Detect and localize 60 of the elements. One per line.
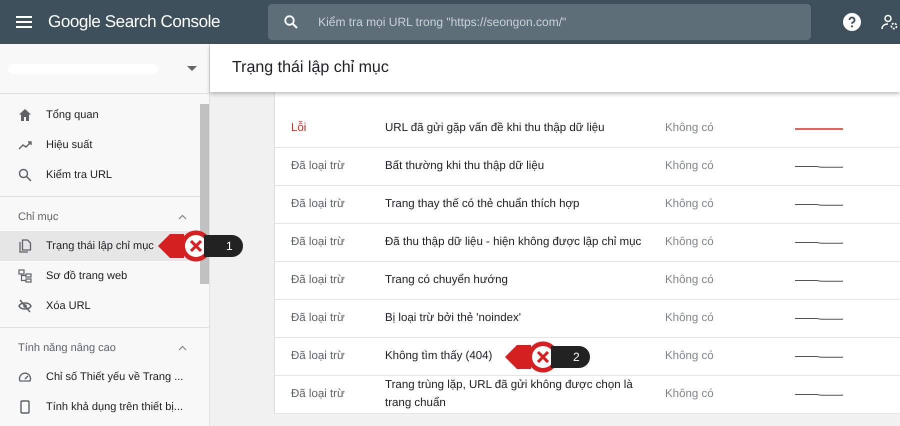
sparkline xyxy=(795,392,843,396)
sparkline xyxy=(795,164,843,168)
status-cell-text: Đã loại trừ xyxy=(290,348,346,364)
sidebar-item[interactable]: Xóa URL xyxy=(0,291,199,321)
home-icon xyxy=(18,108,32,122)
reason-cell: Không tìm thấy (404) xyxy=(385,350,492,362)
reason-cell: Bất thường khi thu thập dữ liệu xyxy=(385,160,544,172)
section-heading: Tính năng nâng cao xyxy=(18,340,116,356)
reason-cell: Trang thay thế có thẻ chuẩn thích hợp xyxy=(385,198,580,210)
sparkline xyxy=(795,354,843,358)
sidebar-item[interactable]: Hiệu suất xyxy=(0,130,199,160)
section-heading: Chỉ mục xyxy=(18,210,58,225)
sparkline xyxy=(795,202,843,206)
reason-cell: Trang trùng lặp, URL đã gửi không được chọn là trang chuẩn xyxy=(385,379,633,408)
status-cell-text: Đã loại trừ xyxy=(290,386,346,402)
validation-cell-text: Không có xyxy=(665,196,715,212)
status-cell-text: Lỗi xyxy=(290,120,308,136)
status-cell-text: Đã loại trừ xyxy=(290,272,346,288)
sidebar-item[interactable]: Tổng quan xyxy=(0,100,199,130)
menu-icon[interactable] xyxy=(16,16,32,28)
reason-cell: Bị loại trừ bởi thẻ 'noindex' xyxy=(385,312,521,324)
dropdown-caret-icon[interactable] xyxy=(187,66,197,71)
status-cell-text: Đã loại trừ xyxy=(290,310,346,326)
search-field[interactable]: Kiểm tra mọi URL trong "https://seongon.com/" xyxy=(268,4,812,40)
admin-icon[interactable] xyxy=(881,14,900,30)
reason-cell: Đã thu thập dữ liệu - hiện không được lập chỉ mục xyxy=(385,236,642,248)
status-cell-text: Đã loại trừ xyxy=(290,158,346,174)
validation-cell-text: Không có xyxy=(665,272,715,288)
sidebar-item[interactable]: Kiểm tra URL xyxy=(0,160,199,190)
product-logo[interactable]: Google Search Console xyxy=(48,9,220,35)
validation-cell-text: Không có xyxy=(665,310,715,326)
sitemap-icon xyxy=(18,269,32,283)
status-cell-text: Đã loại trừ xyxy=(290,234,346,250)
validation-cell-text: Không có xyxy=(665,158,715,174)
search-icon xyxy=(284,15,298,29)
help-icon[interactable] xyxy=(843,13,862,31)
validation-cell-text: Không có xyxy=(665,120,715,136)
status-cell-text: Đã loại trừ xyxy=(290,196,346,212)
sparkline xyxy=(795,240,843,244)
sparkline xyxy=(795,278,843,282)
reason-cell: URL đã gửi gặp vấn đề khi thu thập dữ liệu xyxy=(385,122,605,134)
sidebar-item[interactable]: Tính khả dụng trên thiết bị... xyxy=(0,392,199,422)
phone-icon xyxy=(18,400,32,414)
search-icon xyxy=(18,168,32,182)
annotation-number-tooltip: 1 xyxy=(204,235,243,257)
validation-cell-text: Không có xyxy=(665,386,715,402)
page-title: Trạng thái lập chỉ mục xyxy=(232,58,389,78)
sparkline xyxy=(795,126,843,130)
sidebar-item[interactable]: Chỉ số Thiết yếu về Trang ... xyxy=(0,362,199,392)
gauge-icon xyxy=(18,370,32,384)
validation-cell-text: Không có xyxy=(665,348,715,364)
section-collapse-icon[interactable] xyxy=(178,345,187,351)
pages-icon xyxy=(18,239,32,253)
section-collapse-icon[interactable] xyxy=(178,214,187,220)
sparkline xyxy=(795,316,843,320)
sidebar-item[interactable]: Sơ đồ trang web xyxy=(0,261,199,291)
validation-cell-text: Không có xyxy=(665,234,715,250)
annotation-number-tooltip: 2 xyxy=(551,346,590,368)
hidden-eye-icon xyxy=(18,299,32,313)
reason-cell: Trang có chuyển hướng xyxy=(385,274,508,286)
